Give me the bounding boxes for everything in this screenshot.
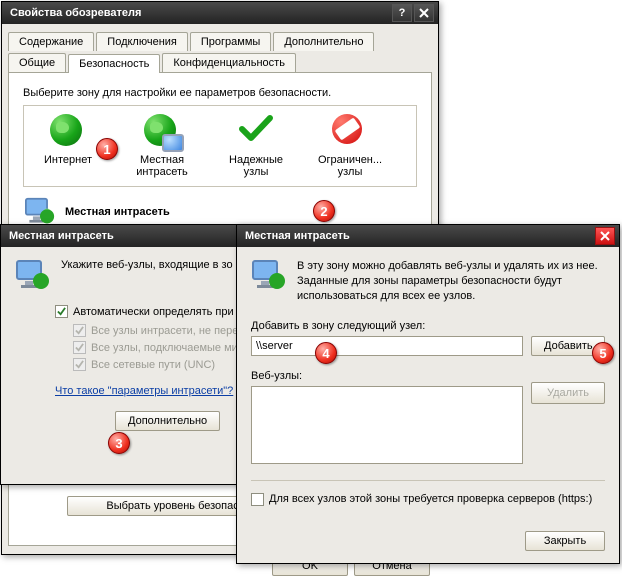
dialog-desc: В эту зону можно добавлять веб-узлы и уд… bbox=[297, 259, 605, 304]
sites-listbox[interactable] bbox=[251, 386, 523, 464]
window-title: Местная интрасеть bbox=[9, 230, 114, 242]
checkbox-label: Для всех узлов этой зоны требуется прове… bbox=[269, 493, 592, 505]
checkbox-icon bbox=[73, 358, 86, 371]
checkbox-label: Автоматически определять при bbox=[73, 306, 234, 318]
zone-list: Интернет Местная интрасеть Надежные узлы bbox=[32, 114, 408, 178]
window-title: Свойства обозревателя bbox=[10, 7, 141, 19]
globe-monitor-icon bbox=[144, 114, 180, 150]
tab-general[interactable]: Общие bbox=[8, 53, 66, 72]
checkbox-label: Все сетевые пути (UNC) bbox=[91, 359, 215, 371]
zone-label: Надежные bbox=[220, 154, 292, 166]
intranet-help-link[interactable]: Что такое "параметры интрасети"? bbox=[55, 385, 233, 397]
zone-label: Ограничен... bbox=[314, 154, 386, 166]
tab-privacy[interactable]: Конфиденциальность bbox=[162, 53, 296, 72]
check-icon bbox=[238, 114, 274, 150]
remove-button[interactable]: Удалить bbox=[531, 382, 605, 404]
zone-title: Местная интрасеть bbox=[65, 206, 170, 218]
tab-advanced[interactable]: Дополнительно bbox=[273, 32, 374, 51]
close-dialog-button[interactable]: Закрыть bbox=[525, 531, 605, 551]
checkbox-icon bbox=[73, 324, 86, 337]
step-marker-5: 5 bbox=[592, 342, 614, 364]
globe-icon bbox=[50, 114, 86, 150]
close-button[interactable] bbox=[414, 4, 434, 22]
zone-internet[interactable]: Интернет bbox=[32, 114, 104, 178]
site-input[interactable] bbox=[251, 336, 523, 356]
zone-label: Интернет bbox=[32, 154, 104, 166]
advanced-button[interactable]: Дополнительно bbox=[115, 411, 220, 431]
intranet-icon bbox=[251, 259, 287, 293]
tab-connections[interactable]: Подключения bbox=[96, 32, 188, 51]
step-marker-3: 3 bbox=[108, 432, 130, 454]
step-marker-2: 2 bbox=[313, 200, 335, 222]
intranet-icon bbox=[15, 259, 51, 293]
titlebar[interactable]: Свойства обозревателя ? bbox=[2, 2, 438, 24]
tabstrip: Содержание Подключения Программы Дополни… bbox=[8, 32, 432, 72]
nodes-label: Веб-узлы: bbox=[251, 370, 605, 382]
add-label: Добавить в зону следующий узел: bbox=[251, 320, 605, 332]
zone-header: Местная интрасеть bbox=[23, 197, 417, 227]
checkbox-icon bbox=[55, 305, 68, 318]
window-title: Местная интрасеть bbox=[245, 230, 350, 242]
checkbox-label: Все узлы, подключаемые ми bbox=[91, 342, 238, 354]
forbid-icon bbox=[332, 114, 368, 150]
zone-trusted[interactable]: Надежные узлы bbox=[220, 114, 292, 178]
zone-prompt: Выберите зону для настройки ее параметро… bbox=[23, 87, 417, 99]
tab-content[interactable]: Содержание bbox=[8, 32, 94, 51]
dialog-desc: Укажите веб-узлы, входящие в зо bbox=[61, 259, 233, 271]
zone-intranet[interactable]: Местная интрасеть bbox=[126, 114, 198, 178]
intranet-sites-window: Местная интрасеть В эту зону можно добав… bbox=[236, 224, 620, 564]
help-button[interactable]: ? bbox=[392, 4, 412, 22]
close-button[interactable] bbox=[595, 227, 615, 245]
zone-frame: Интернет Местная интрасеть Надежные узлы bbox=[23, 105, 417, 187]
zone-label: узлы bbox=[314, 166, 386, 178]
https-required-checkbox[interactable]: Для всех узлов этой зоны требуется прове… bbox=[251, 493, 605, 506]
titlebar[interactable]: Местная интрасеть bbox=[237, 225, 619, 247]
step-marker-1: 1 bbox=[96, 138, 118, 160]
zone-label: Местная bbox=[126, 154, 198, 166]
intranet-icon bbox=[23, 197, 57, 227]
zone-restricted[interactable]: Ограничен... узлы bbox=[314, 114, 386, 178]
checkbox-icon bbox=[73, 341, 86, 354]
zone-label: интрасеть bbox=[126, 166, 198, 178]
checkbox-label: Все узлы интрасети, не пере bbox=[91, 325, 238, 337]
tab-programs[interactable]: Программы bbox=[190, 32, 271, 51]
zone-label: узлы bbox=[220, 166, 292, 178]
step-marker-4: 4 bbox=[315, 342, 337, 364]
checkbox-icon bbox=[251, 493, 264, 506]
tab-security[interactable]: Безопасность bbox=[68, 54, 160, 73]
